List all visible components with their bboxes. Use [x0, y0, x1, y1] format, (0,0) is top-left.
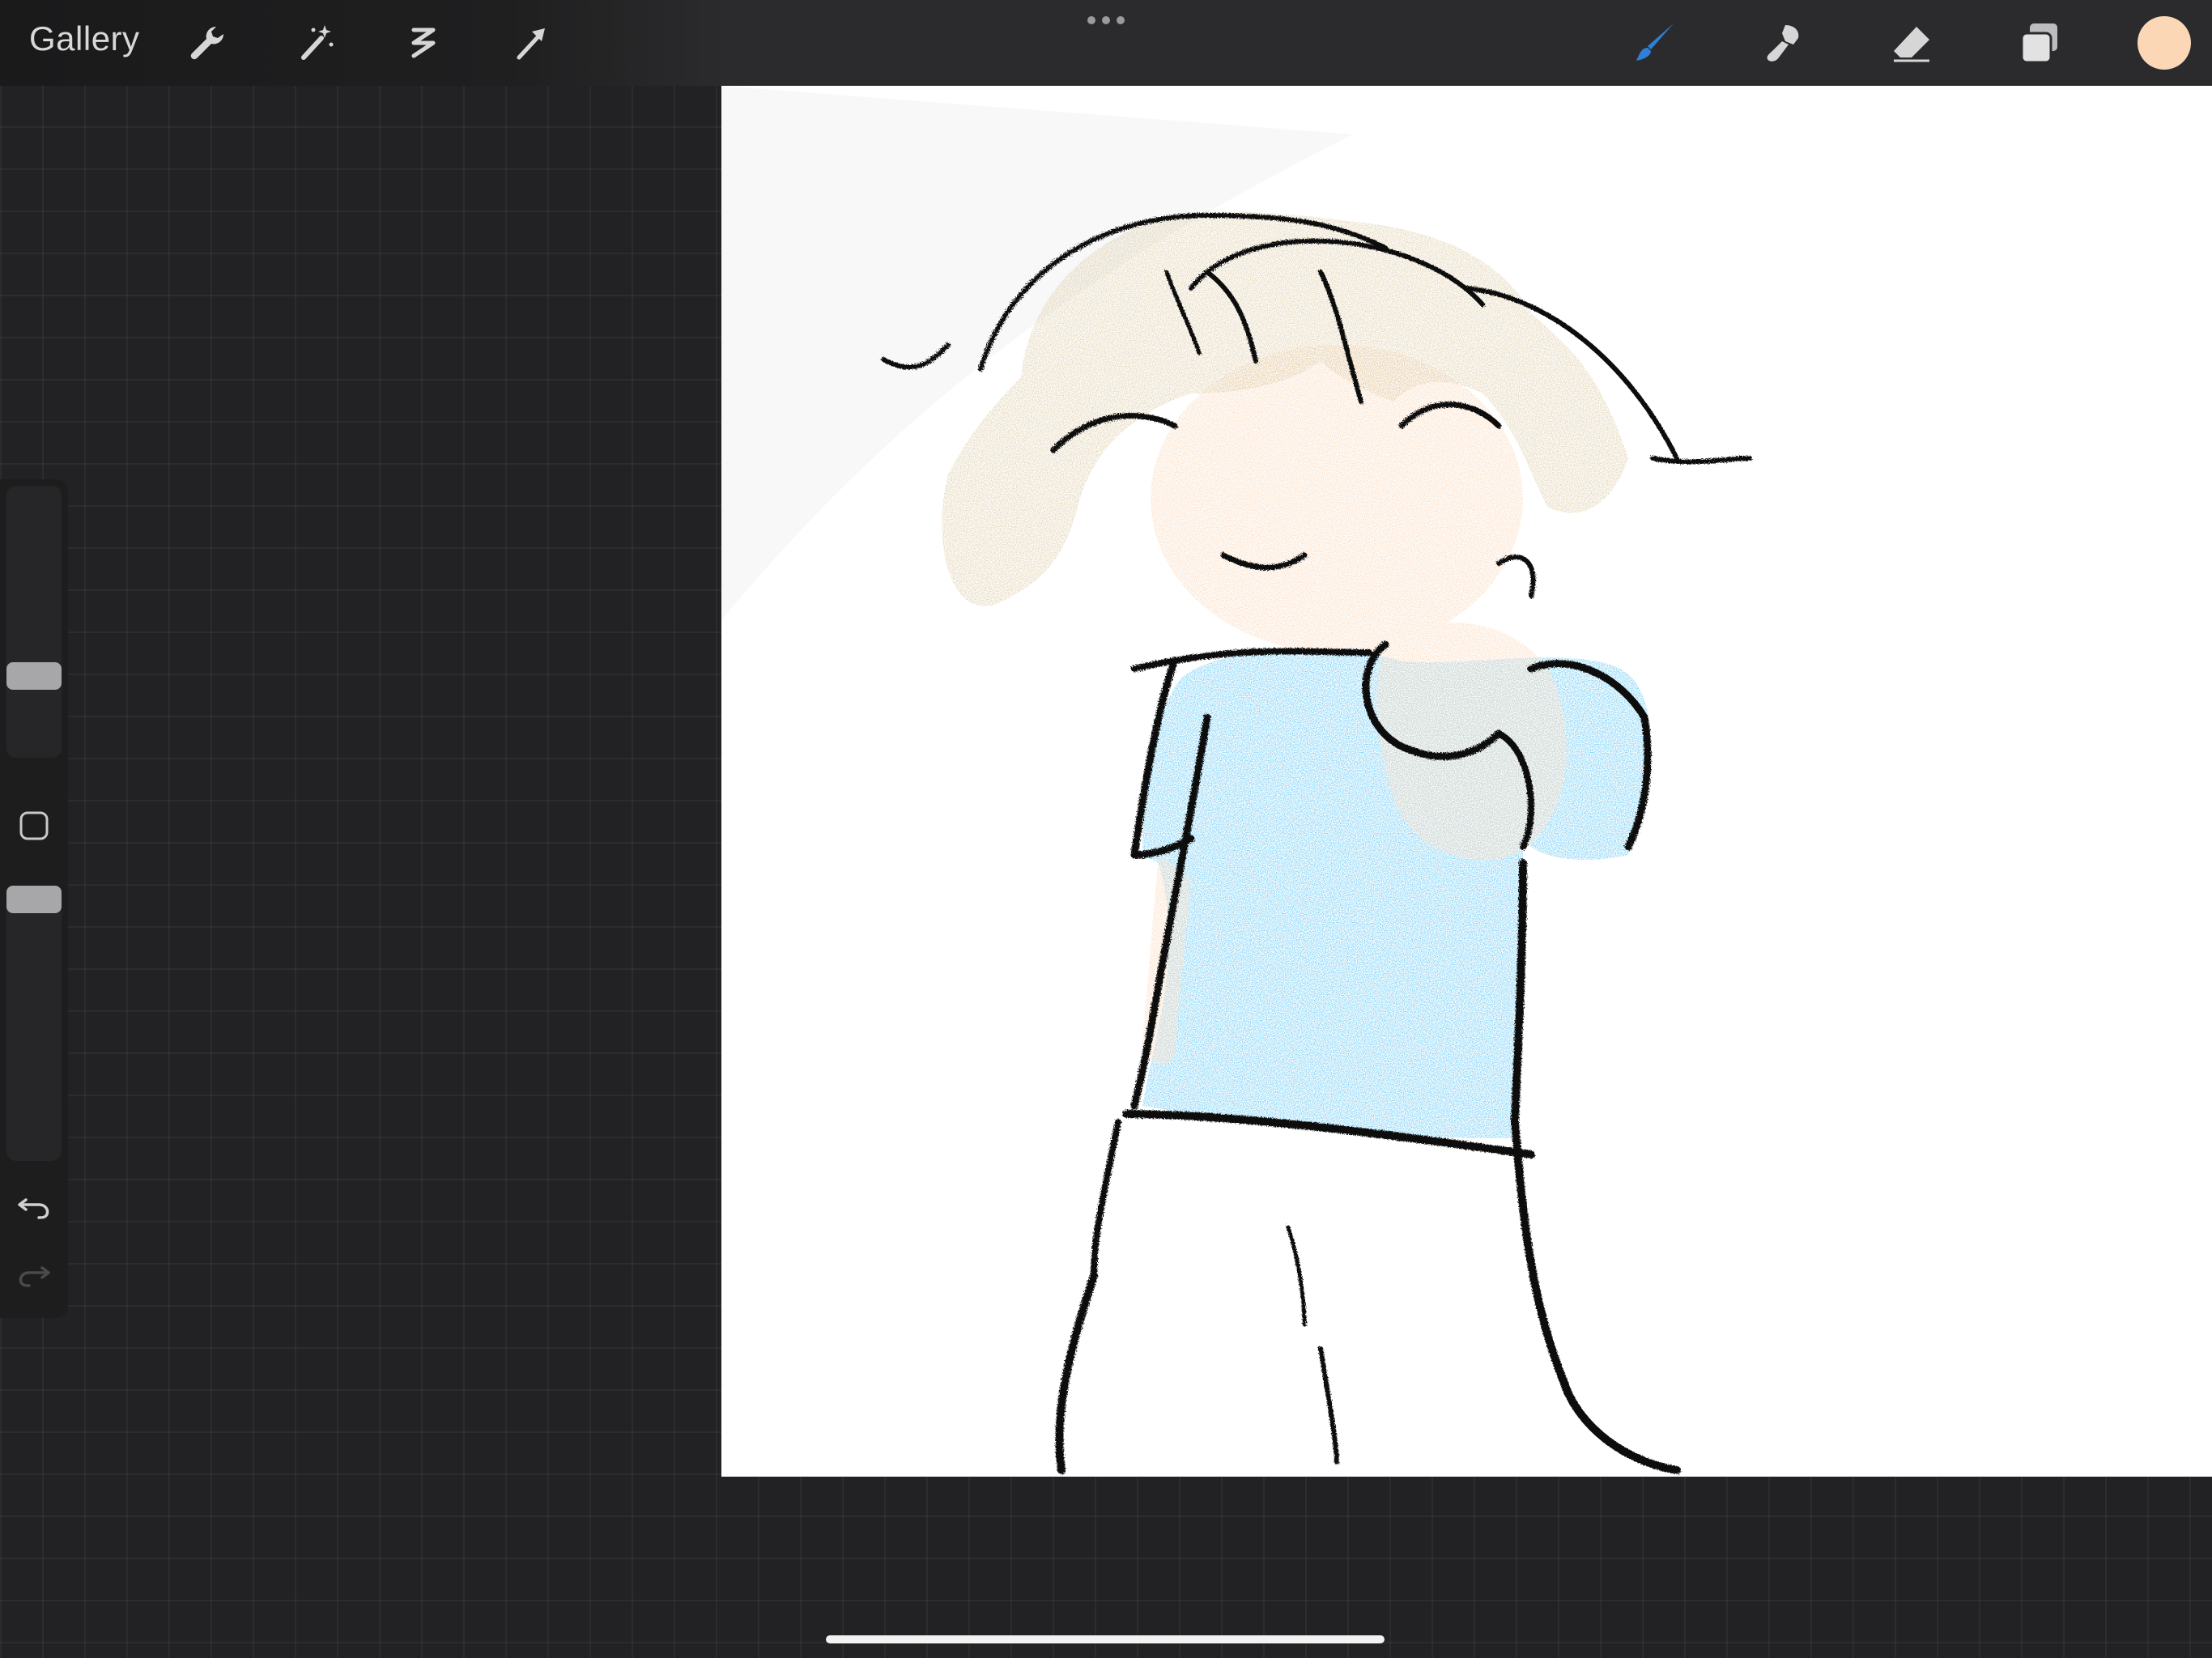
- color-picker-button[interactable]: [2138, 16, 2191, 70]
- selection-button[interactable]: [395, 15, 452, 71]
- more-options-icon[interactable]: [1085, 11, 1127, 29]
- transform-arrow-icon: [517, 28, 545, 60]
- selection-s-icon: [411, 28, 436, 58]
- brush-size-thumb[interactable]: [6, 662, 62, 690]
- drawing-canvas[interactable]: [721, 86, 2212, 1477]
- redo-arrow-icon[interactable]: [15, 1253, 53, 1292]
- paint-tool-button[interactable]: [1627, 15, 1684, 71]
- eraser-tool-button[interactable]: [1883, 15, 1940, 71]
- home-indicator[interactable]: [826, 1635, 1385, 1643]
- adjustments-button[interactable]: [288, 15, 345, 71]
- smudge-tool-button[interactable]: [1755, 15, 1812, 71]
- top-toolbar: Gallery: [0, 0, 2212, 86]
- opacity-thumb[interactable]: [6, 886, 62, 913]
- eraser-icon: [1894, 27, 1929, 62]
- smudge-icon: [1767, 25, 1799, 62]
- artwork: [721, 86, 1752, 1474]
- layers-button[interactable]: [2011, 15, 2068, 71]
- actions-button[interactable]: [180, 15, 236, 71]
- opacity-slider[interactable]: [6, 886, 62, 1161]
- brush-icon: [1636, 23, 1674, 61]
- sidebar: [0, 479, 68, 1318]
- undo-arrow-icon[interactable]: [15, 1185, 53, 1224]
- wrench-icon: [190, 26, 224, 60]
- square-outline-icon[interactable]: [18, 810, 50, 842]
- layers-icon: [2020, 23, 2057, 64]
- transform-button[interactable]: [504, 15, 560, 71]
- brush-size-slider[interactable]: [6, 486, 62, 758]
- gallery-button[interactable]: Gallery: [29, 19, 140, 58]
- magic-wand-icon: [301, 25, 334, 60]
